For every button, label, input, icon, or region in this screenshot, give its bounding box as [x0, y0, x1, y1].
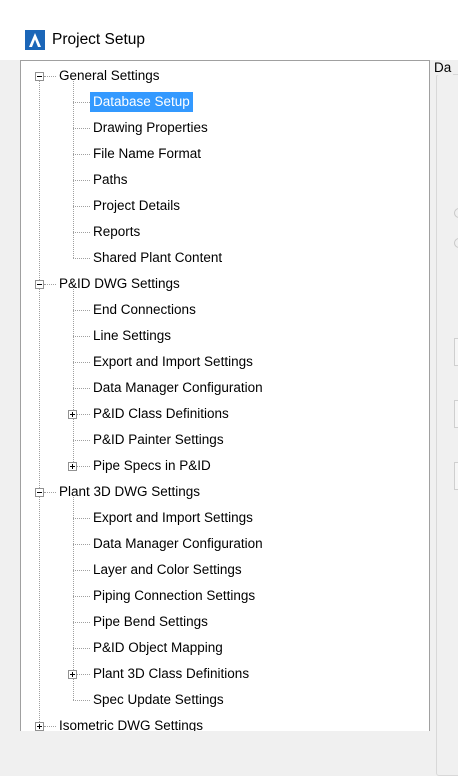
- tree-item-label: Project Details: [93, 198, 181, 213]
- tree-connector: [73, 336, 90, 337]
- tree-connector: [73, 102, 90, 103]
- tree-item-shared-plant-content[interactable]: Shared Plant Content: [90, 245, 225, 271]
- tree-item-label: Plant 3D DWG Settings: [59, 484, 201, 499]
- tree-connector: [73, 388, 90, 389]
- title-bar: Project Setup: [0, 0, 458, 60]
- tree-item-label: Layer and Color Settings: [93, 562, 242, 577]
- tree-item-paths[interactable]: Paths: [90, 167, 131, 193]
- collapse-icon[interactable]: [35, 280, 44, 289]
- tree-item-label: Export and Import Settings: [93, 510, 253, 525]
- tree-item-label: Line Settings: [93, 328, 172, 343]
- tree-item-label: Shared Plant Content: [93, 250, 223, 265]
- tree-connector: [44, 492, 56, 493]
- tree-item-label: Data Manager Configuration: [93, 380, 263, 395]
- tree-item-plant-3d-class-definitions[interactable]: Plant 3D Class Definitions: [90, 661, 252, 687]
- tree-item-label: Reports: [93, 224, 141, 239]
- tree-item-label: File Name Format: [93, 146, 202, 161]
- tree-item-label: P&ID Object Mapping: [93, 640, 223, 655]
- expand-icon[interactable]: [68, 670, 77, 679]
- tree-item-pipe-bend-settings[interactable]: Pipe Bend Settings: [90, 609, 211, 635]
- tree-connector: [44, 284, 56, 285]
- tree-item-label: Paths: [93, 172, 128, 187]
- tree-connector: [73, 622, 90, 623]
- tree-connector: [73, 570, 90, 571]
- tree-item-pandid-dwg-settings[interactable]: P&ID DWG Settings: [56, 271, 183, 297]
- tree-item-end-connections[interactable]: End Connections: [90, 297, 199, 323]
- tree-connector: [73, 648, 90, 649]
- tree-item-label: Export and Import Settings: [93, 354, 253, 369]
- input-field[interactable]: [454, 400, 458, 428]
- tree-item-piping-connection-settings[interactable]: Piping Connection Settings: [90, 583, 258, 609]
- tree-item-label: P&ID Class Definitions: [93, 406, 229, 421]
- tree-item-drawing-properties[interactable]: Drawing Properties: [90, 115, 211, 141]
- collapse-icon[interactable]: [35, 488, 44, 497]
- tree-connector: [73, 258, 90, 259]
- group-box-label: Da: [432, 60, 454, 75]
- tree-connector: [73, 518, 90, 519]
- tree-item-general-settings[interactable]: General Settings: [56, 63, 163, 89]
- tree-item-label: Drawing Properties: [93, 120, 208, 135]
- tree-connector: [73, 310, 90, 311]
- collapse-icon[interactable]: [35, 72, 44, 81]
- input-field[interactable]: [454, 338, 458, 366]
- settings-detail-panel: Da: [430, 60, 458, 776]
- tree-item-export-and-import-settings[interactable]: Export and Import Settings: [90, 349, 256, 375]
- radio-option[interactable]: [454, 238, 458, 248]
- tree-item-plant-3d-dwg-settings[interactable]: Plant 3D DWG Settings: [56, 479, 203, 505]
- input-field[interactable]: [454, 462, 458, 490]
- tree-item-label: P&ID Painter Settings: [93, 432, 224, 447]
- tree-item-label: General Settings: [59, 68, 160, 83]
- tree-item-data-manager-configuration[interactable]: Data Manager Configuration: [90, 375, 266, 401]
- tree-item-label: End Connections: [93, 302, 196, 317]
- tree-item-layer-and-color-settings[interactable]: Layer and Color Settings: [90, 557, 245, 583]
- tree-item-label: Spec Update Settings: [93, 692, 224, 707]
- tree-item-label: Plant 3D Class Definitions: [93, 666, 250, 681]
- tree-item-label: Database Setup: [90, 92, 193, 112]
- title-group: Project Setup: [25, 29, 145, 51]
- tree-connector: [73, 362, 90, 363]
- tree-connector: [44, 76, 56, 77]
- tree-item-data-manager-configuration[interactable]: Data Manager Configuration: [90, 531, 266, 557]
- tree-item-pandid-painter-settings[interactable]: P&ID Painter Settings: [90, 427, 227, 453]
- tree-connector: [73, 544, 90, 545]
- tree-item-pipe-specs-in-pandid[interactable]: Pipe Specs in P&ID: [90, 453, 214, 479]
- settings-tree[interactable]: General Settings Database Setup Drawing Pr…: [20, 60, 430, 731]
- tree-item-label: Isometric DWG Settings: [59, 718, 204, 731]
- tree-item-database-setup[interactable]: Database Setup: [90, 89, 193, 115]
- expand-icon[interactable]: [68, 462, 77, 471]
- tree-item-label: Piping Connection Settings: [93, 588, 256, 603]
- tree-item-isometric-dwg-settings[interactable]: Isometric DWG Settings: [56, 713, 206, 731]
- tree-item-label: Pipe Bend Settings: [93, 614, 208, 629]
- tree-item-pandid-object-mapping[interactable]: P&ID Object Mapping: [90, 635, 226, 661]
- tree-connector: [73, 206, 90, 207]
- tree-item-label: P&ID DWG Settings: [59, 276, 180, 291]
- tree-item-line-settings[interactable]: Line Settings: [90, 323, 174, 349]
- expand-icon[interactable]: [68, 410, 77, 419]
- tree-connector: [73, 128, 90, 129]
- tree-item-file-name-format[interactable]: File Name Format: [90, 141, 204, 167]
- tree-item-label: Data Manager Configuration: [93, 536, 263, 551]
- window-title: Project Setup: [52, 31, 146, 48]
- autocad-app-icon: [25, 30, 45, 50]
- tree-connector: [73, 596, 90, 597]
- tree-item-export-and-import-settings[interactable]: Export and Import Settings: [90, 505, 256, 531]
- tree-connector: [73, 154, 90, 155]
- tree-item-spec-update-settings[interactable]: Spec Update Settings: [90, 687, 227, 713]
- tree-connector: [44, 726, 56, 727]
- radio-option[interactable]: [454, 208, 458, 218]
- tree-connector: [73, 232, 90, 233]
- tree-connector: [73, 440, 90, 441]
- tree-item-project-details[interactable]: Project Details: [90, 193, 183, 219]
- tree-connector: [73, 180, 90, 181]
- tree-connector: [39, 76, 40, 726]
- tree-item-label: Pipe Specs in P&ID: [93, 458, 211, 473]
- tree-item-reports[interactable]: Reports: [90, 219, 143, 245]
- tree-item-pandid-class-definitions[interactable]: P&ID Class Definitions: [90, 401, 232, 427]
- tree-connector: [73, 700, 90, 701]
